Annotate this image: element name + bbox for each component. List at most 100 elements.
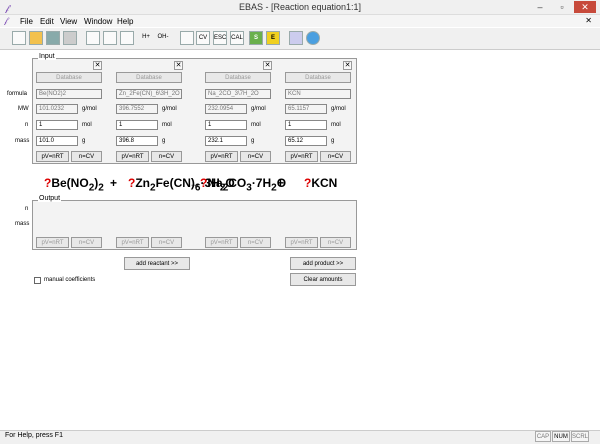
child-close-icon[interactable]: ✕ xyxy=(585,16,592,25)
output-4-pv-button[interactable]: pV=nRT xyxy=(285,237,318,248)
table-icon[interactable] xyxy=(86,31,100,45)
menu-window[interactable]: Window xyxy=(84,17,112,26)
compound-4-mw-unit: g/mol xyxy=(331,106,346,112)
output-2-ncv-button[interactable]: n=CV xyxy=(151,237,182,248)
e-icon[interactable]: E xyxy=(266,31,280,45)
output-3-ncv-button[interactable]: n=CV xyxy=(240,237,271,248)
chat-icon[interactable] xyxy=(306,31,320,45)
product-2-formula: ?KCN xyxy=(304,176,338,190)
acid-icon[interactable]: H+ xyxy=(139,31,153,45)
status-num: NUM xyxy=(552,431,570,442)
compound-4-formula-field[interactable]: KCN xyxy=(285,89,351,99)
compound-2-database-button[interactable]: Database xyxy=(116,72,182,83)
compound-3-formula-field[interactable]: Na_2CO_3\7H_2O xyxy=(205,89,271,99)
window-title: EBAS - [Reaction equation1:1] xyxy=(238,2,362,12)
compound-2-mw-unit: g/mol xyxy=(162,106,177,112)
s-icon[interactable]: S xyxy=(249,31,263,45)
clear-amounts-button[interactable]: Clear amounts xyxy=(290,273,356,286)
status-text: For Help, press F1 xyxy=(5,432,63,439)
compound-4-close-button[interactable]: ✕ xyxy=(343,61,352,70)
save-icon[interactable] xyxy=(46,31,60,45)
menu-help[interactable]: Help xyxy=(117,17,133,26)
compound-1-mass-field[interactable]: 101.0 xyxy=(36,136,78,146)
manual-coefficients-checkbox[interactable] xyxy=(34,277,41,284)
compound-3-mw-field: 232.0954 xyxy=(205,104,247,114)
menu-file[interactable]: File xyxy=(20,17,33,26)
close-button[interactable]: ✕ xyxy=(574,1,596,13)
compound-4-database-button[interactable]: Database xyxy=(285,72,351,83)
label-mw: MW xyxy=(18,106,29,112)
label-formula: formula xyxy=(7,91,28,97)
status-scrl: SCRL xyxy=(571,431,589,442)
compound-3-close-button[interactable]: ✕ xyxy=(263,61,272,70)
minimize-button[interactable]: – xyxy=(530,1,550,13)
base-icon[interactable]: OH- xyxy=(156,31,170,45)
add-reactant-button[interactable]: add reactant >> xyxy=(124,257,190,270)
esc-icon[interactable]: ESC xyxy=(213,31,227,45)
compound-1-ncv-button[interactable]: n=CV xyxy=(71,151,102,162)
compound-2-close-button[interactable]: ✕ xyxy=(174,61,183,70)
reactant-1-formula: ?Be(NO2)2 xyxy=(44,176,104,194)
compound-4-mass-unit: g xyxy=(331,138,335,144)
print-icon[interactable] xyxy=(63,31,77,45)
output-2-pv-button[interactable]: pV=nRT xyxy=(116,237,149,248)
maximize-button[interactable]: ▫ xyxy=(552,1,572,13)
manual-coefficients-label: manual coefficients xyxy=(44,277,96,283)
open-folder-icon[interactable] xyxy=(29,31,43,45)
compound-4-n-unit: mol xyxy=(331,122,341,128)
output-1-pv-button[interactable]: pV=nRT xyxy=(36,237,69,248)
compound-4-ncv-button[interactable]: n=CV xyxy=(320,151,351,162)
compound-3-database-button[interactable]: Database xyxy=(205,72,271,83)
compound-1-pv-button[interactable]: pV=nRT xyxy=(36,151,69,162)
compound-1-n-unit: mol xyxy=(82,122,92,128)
properties-icon[interactable] xyxy=(120,31,134,45)
product-1-formula: ?Na2CO3·7H2O xyxy=(200,176,287,194)
compound-2-ncv-button[interactable]: n=CV xyxy=(151,151,182,162)
output-4-ncv-button[interactable]: n=CV xyxy=(320,237,351,248)
new-file-icon[interactable] xyxy=(12,31,26,45)
compound-3-n-field[interactable]: 1 xyxy=(205,120,247,130)
label-mass: mass xyxy=(15,138,30,144)
compound-1-mw-unit: g/mol xyxy=(82,106,97,112)
compound-3-pv-button[interactable]: pV=nRT xyxy=(205,151,238,162)
output-1-ncv-button[interactable]: n=CV xyxy=(71,237,102,248)
menu-view[interactable]: View xyxy=(60,17,77,26)
doc-icon[interactable]: 𝒻 xyxy=(4,16,8,26)
compound-2-formula-field[interactable]: Zn_2Fe(CN)_6\3H_2O xyxy=(116,89,182,99)
compound-1-mass-unit: g xyxy=(82,138,86,144)
pane-icon[interactable] xyxy=(103,31,117,45)
output-3-pv-button[interactable]: pV=nRT xyxy=(205,237,238,248)
compound-4-mw-field: 65.1157 xyxy=(285,104,327,114)
menu-edit[interactable]: Edit xyxy=(40,17,54,26)
compound-3-mass-unit: g xyxy=(251,138,255,144)
output-label-n: n xyxy=(25,206,29,212)
label-n: n xyxy=(25,122,29,128)
compound-3-ncv-button[interactable]: n=CV xyxy=(240,151,271,162)
compound-2-mw-field: 396.7552 xyxy=(116,104,158,114)
compound-2-pv-button[interactable]: pV=nRT xyxy=(116,151,149,162)
compound-2-n-unit: mol xyxy=(162,122,172,128)
compound-4-pv-button[interactable]: pV=nRT xyxy=(285,151,318,162)
status-bar xyxy=(0,430,600,444)
compound-3-mass-field[interactable]: 232.1 xyxy=(205,136,247,146)
ppt-rat-icon[interactable] xyxy=(180,31,194,45)
input-group-title: Input xyxy=(38,53,56,60)
help-icon[interactable] xyxy=(289,31,303,45)
add-product-button[interactable]: add product >> xyxy=(290,257,356,270)
compound-2-n-field[interactable]: 1 xyxy=(116,120,158,130)
status-cap: CAP xyxy=(535,431,551,442)
output-label-mass: mass xyxy=(15,221,30,227)
compound-4-n-field[interactable]: 1 xyxy=(285,120,327,130)
compound-1-n-field[interactable]: 1 xyxy=(36,120,78,130)
compound-2-mass-unit: g xyxy=(162,138,166,144)
compound-1-formula-field[interactable]: Be(NO2)2 xyxy=(36,89,102,99)
compound-1-mw-field: 101.0232 xyxy=(36,104,78,114)
plus-2: + xyxy=(277,176,285,190)
compound-1-database-button[interactable]: Database xyxy=(36,72,102,83)
compound-2-mass-field[interactable]: 396.8 xyxy=(116,136,158,146)
compound-4-mass-field[interactable]: 65.12 xyxy=(285,136,327,146)
cv-icon[interactable]: CV xyxy=(196,31,210,45)
cal-icon[interactable]: CAL xyxy=(230,31,244,45)
compound-1-close-button[interactable]: ✕ xyxy=(93,61,102,70)
output-group-title: Output xyxy=(38,195,62,202)
